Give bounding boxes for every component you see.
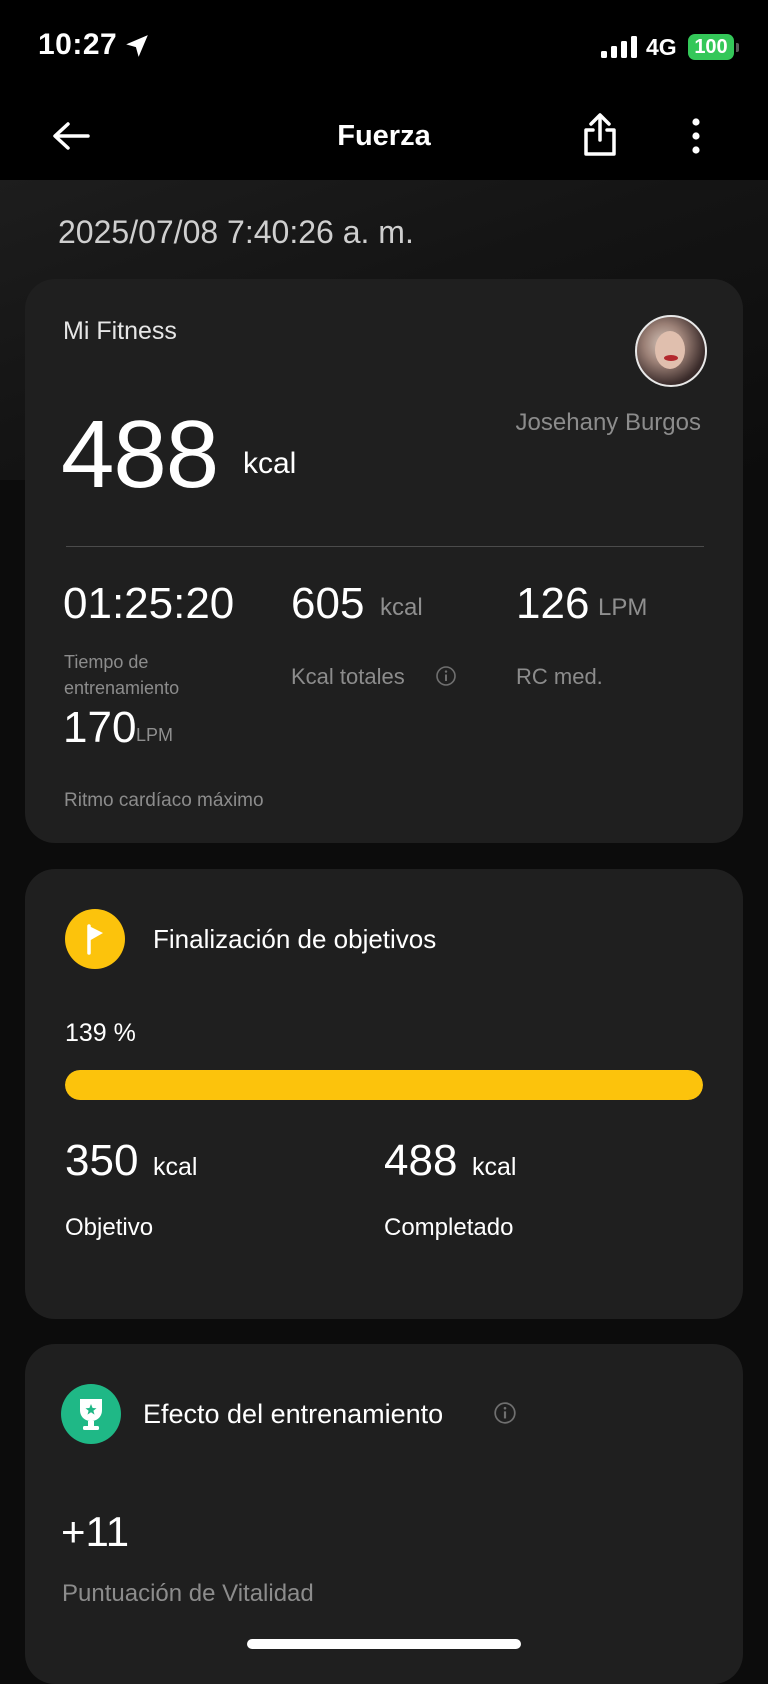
calories-value: 488 (61, 401, 219, 508)
avatar-face-shape (655, 331, 685, 369)
duration-label-1: Tiempo de (64, 652, 149, 672)
workout-datetime: 2025/07/08 7:40:26 a. m. (58, 214, 414, 250)
max-hr-label: Ritmo cardíaco máximo (64, 790, 264, 811)
total-kcal-label: Kcal totales (291, 664, 405, 689)
share-icon[interactable] (580, 112, 620, 158)
goal-completed-label: Completado (384, 1214, 514, 1241)
calories-unit: kcal (243, 447, 297, 480)
vitality-score-label: Puntuación de Vitalidad (62, 1580, 314, 1607)
user-name: Josehany Burgos (515, 409, 701, 436)
goal-progress-fill (65, 1070, 703, 1100)
status-bar: 10:27 4G 100 (0, 0, 768, 96)
max-hr-value: 170 (63, 703, 137, 752)
location-arrow-icon (126, 35, 148, 57)
info-icon[interactable] (435, 665, 457, 687)
divider (66, 546, 704, 547)
goal-card-title: Finalización de objetivos (153, 924, 437, 954)
battery-level: 100 (694, 36, 728, 58)
workout-summary-card: Mi Fitness Josehany Burgos 488 kcal 01:2… (25, 279, 743, 843)
max-hr-unit: LPM (136, 725, 174, 745)
flag-icon (65, 909, 125, 969)
effect-card-title: Efecto del entrenamiento (143, 1399, 444, 1429)
duration-label-2: entrenamiento (64, 678, 180, 698)
battery-icon: 100 (688, 34, 734, 60)
goal-completed-value: 488 (384, 1136, 458, 1185)
status-time: 10:27 (38, 28, 118, 61)
avg-hr-value: 126 (516, 579, 590, 628)
total-kcal-unit: kcal (380, 594, 423, 621)
goal-progress-bar (65, 1070, 703, 1100)
cellular-signal-icon (601, 36, 637, 58)
goal-target-value: 350 (65, 1136, 139, 1185)
avg-hr-label: RC med. (516, 664, 603, 689)
goal-target-unit: kcal (153, 1153, 198, 1181)
avatar-lips-shape (664, 355, 678, 361)
nav-bar: Fuerza (0, 96, 768, 180)
info-icon[interactable] (493, 1401, 517, 1425)
training-effect-card[interactable]: Efecto del entrenamiento +11 Puntuación … (25, 1344, 743, 1684)
battery-tip (736, 43, 739, 52)
goal-percent: 139 % (65, 1019, 136, 1047)
network-type: 4G (646, 34, 677, 60)
more-options-icon[interactable] (682, 114, 710, 158)
goal-target-label: Objetivo (65, 1214, 154, 1241)
trophy-icon (61, 1384, 121, 1444)
back-arrow-icon[interactable] (48, 116, 94, 156)
goal-completion-card[interactable]: Finalización de objetivos 139 % 350 kcal… (25, 869, 743, 1319)
goal-completed-unit: kcal (472, 1153, 517, 1181)
avg-hr-unit: LPM (598, 594, 648, 621)
home-indicator[interactable] (247, 1639, 521, 1649)
total-kcal-value: 605 (291, 579, 365, 628)
avatar[interactable] (635, 315, 707, 387)
vitality-score: +11 (61, 1508, 130, 1555)
source-app-label: Mi Fitness (63, 317, 177, 345)
duration-value: 01:25:20 (63, 579, 235, 628)
page-title: Fuerza (337, 120, 431, 152)
